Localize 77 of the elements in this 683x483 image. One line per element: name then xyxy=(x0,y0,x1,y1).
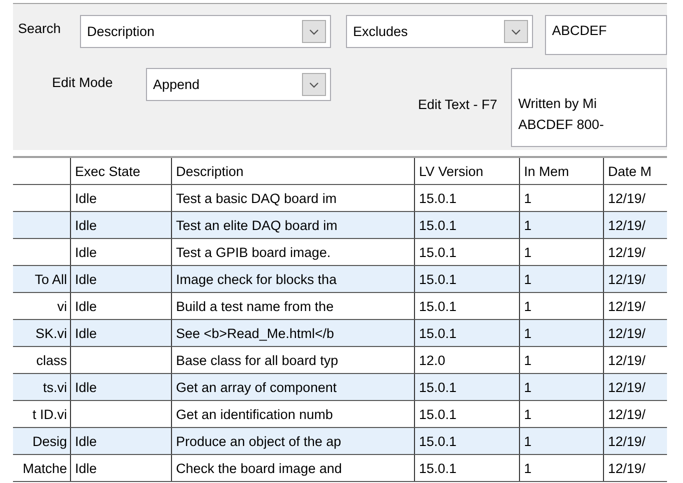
table-cell: 1 xyxy=(520,320,604,346)
table-cell-text: 12/19/ xyxy=(607,432,647,450)
table-cell: 1 xyxy=(520,428,604,454)
operator-dropdown[interactable]: Excludes xyxy=(346,15,533,48)
table-cell-text: 12/19/ xyxy=(607,460,647,478)
table-cell: 1 xyxy=(520,455,604,481)
table-cell: Idle xyxy=(71,374,172,400)
table-cell: Test an elite DAQ board im xyxy=(172,212,415,238)
table-cell-text: 12/19/ xyxy=(607,324,647,342)
table-cell: Idle xyxy=(71,266,172,292)
edit-text-area[interactable]: Written by Mi ABCDEF 800- xyxy=(511,68,667,147)
table-cell: 1 xyxy=(520,239,604,265)
table-cell: Matche xyxy=(13,455,71,481)
table-cell-text: 12/19/ xyxy=(607,352,647,370)
table-cell: 15.0.1 xyxy=(415,212,520,238)
search-field-dropdown[interactable]: Description xyxy=(80,15,331,48)
table-cell-text: 12/19/ xyxy=(607,298,647,316)
edit-mode-label: Edit Mode xyxy=(52,75,114,90)
chevron-down-icon xyxy=(309,82,319,88)
table-cell: SK.vi xyxy=(13,320,71,346)
table-cell: To All xyxy=(13,266,71,292)
table-cell: Get an identification numb xyxy=(172,401,415,427)
table-cell: 15.0.1 xyxy=(415,401,520,427)
table-cell: Image check for blocks tha xyxy=(172,266,415,292)
edit-mode-dropdown[interactable]: Append xyxy=(146,68,331,101)
table-cell: ts.vi xyxy=(13,374,71,400)
table-cell: 15.0.1 xyxy=(415,266,520,292)
table-cell: 15.0.1 xyxy=(415,374,520,400)
table-cell: 15.0.1 xyxy=(415,239,520,265)
column-header[interactable]: LV Version xyxy=(415,158,520,184)
search-label: Search xyxy=(18,21,62,36)
table-cell: See <b>Read_Me.html</b xyxy=(172,320,415,346)
table-cell: Idle xyxy=(71,239,172,265)
table-cell-text: 12/19/ xyxy=(607,378,647,396)
table-cell: Test a GPIB board image. xyxy=(172,239,415,265)
table-cell: Idle xyxy=(71,428,172,454)
table-cell: Idle xyxy=(71,293,172,319)
table-cell-text: 12/19/ xyxy=(607,270,647,288)
table-cell: Desig xyxy=(13,428,71,454)
table-cell-text: 12/19/ xyxy=(607,190,647,208)
table-cell: 1 xyxy=(520,212,604,238)
table-cell: 1 xyxy=(520,401,604,427)
table-cell: 1 xyxy=(520,266,604,292)
table-cell: Test a basic DAQ board im xyxy=(172,185,415,211)
search-input-field[interactable]: ABCDEF xyxy=(545,15,667,55)
table-cell: 1 xyxy=(520,185,604,211)
table-cell: 1 xyxy=(520,374,604,400)
table-cell-text: 12/19/ xyxy=(607,216,647,234)
table-cell: Idle xyxy=(71,320,172,346)
table-cell: Idle xyxy=(71,185,172,211)
table-cell: Check the board image and xyxy=(172,455,415,481)
table-cell: Produce an object of the ap xyxy=(172,428,415,454)
edit-text-label: Edit Text - F7 xyxy=(418,97,498,112)
chevron-down-icon xyxy=(309,28,319,34)
table-cell: Base class for all board typ xyxy=(172,347,415,373)
column-header[interactable]: Date M xyxy=(604,158,667,184)
table-cell-text: 12/19/ xyxy=(607,406,647,424)
table-cell: Idle xyxy=(71,455,172,481)
table-cell: 15.0.1 xyxy=(415,320,520,346)
table-cell: class xyxy=(13,347,71,373)
column-header[interactable]: Description xyxy=(172,158,415,184)
table-cell: t ID.vi xyxy=(13,401,71,427)
table-cell: Idle xyxy=(71,212,172,238)
column-header[interactable]: In Mem xyxy=(520,158,604,184)
column-header[interactable]: Exec State xyxy=(71,158,172,184)
table-cell: 15.0.1 xyxy=(415,185,520,211)
table-cell: 1 xyxy=(520,347,604,373)
table-cell: 15.0.1 xyxy=(415,455,520,481)
table-cell: vi xyxy=(13,293,71,319)
table-cell: 15.0.1 xyxy=(415,293,520,319)
table-cell: 1 xyxy=(520,293,604,319)
chevron-down-icon xyxy=(511,28,521,34)
table-cell: 15.0.1 xyxy=(415,428,520,454)
table-cell: Build a test name from the xyxy=(172,293,415,319)
table-cell-text: 12/19/ xyxy=(607,244,647,262)
table-cell: Get an array of component xyxy=(172,374,415,400)
table-cell: 12.0 xyxy=(415,347,520,373)
